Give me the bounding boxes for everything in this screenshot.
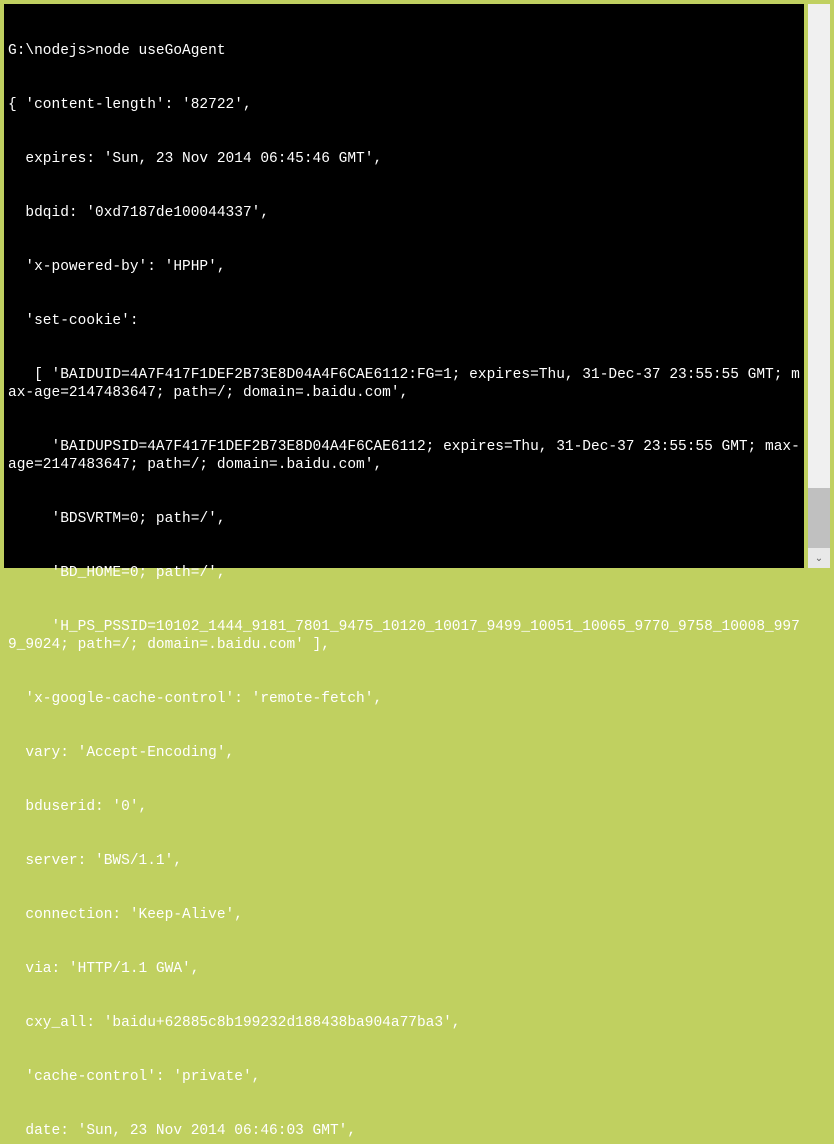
output-line: vary: 'Accept-Encoding', [8, 744, 800, 762]
output-line: date: 'Sun, 23 Nov 2014 06:46:03 GMT', [8, 1122, 800, 1140]
chevron-down-icon: ⌄ [815, 553, 823, 564]
output-line: 'H_PS_PSSID=10102_1444_9181_7801_9475_10… [8, 618, 800, 654]
output-line: cxy_all: 'baidu+62885c8b199232d188438ba9… [8, 1014, 800, 1032]
output-line: 'BDSVRTM=0; path=/', [8, 510, 800, 528]
vertical-scrollbar[interactable]: ⌄ [808, 4, 830, 568]
output-line: 'x-powered-by': 'HPHP', [8, 258, 800, 276]
scrollbar-thumb[interactable] [808, 488, 830, 548]
output-line: bduserid: '0', [8, 798, 800, 816]
output-line: via: 'HTTP/1.1 GWA', [8, 960, 800, 978]
output-line: 'BD_HOME=0; path=/', [8, 564, 800, 582]
terminal-window[interactable]: G:\nodejs>node useGoAgent { 'content-len… [4, 4, 804, 568]
output-line: { 'content-length': '82722', [8, 96, 800, 114]
output-line: bdqid: '0xd7187de100044337', [8, 204, 800, 222]
output-line: server: 'BWS/1.1', [8, 852, 800, 870]
command-line: G:\nodejs>node useGoAgent [8, 42, 800, 60]
output-line: connection: 'Keep-Alive', [8, 906, 800, 924]
output-line: [ 'BAIDUID=4A7F417F1DEF2B73E8D04A4F6CAE6… [8, 366, 800, 402]
output-line: 'x-google-cache-control': 'remote-fetch'… [8, 690, 800, 708]
output-line: 'cache-control': 'private', [8, 1068, 800, 1086]
scroll-down-button[interactable]: ⌄ [808, 548, 830, 568]
output-line: 'set-cookie': [8, 312, 800, 330]
output-line: 'BAIDUPSID=4A7F417F1DEF2B73E8D04A4F6CAE6… [8, 438, 800, 474]
output-line: expires: 'Sun, 23 Nov 2014 06:45:46 GMT'… [8, 150, 800, 168]
